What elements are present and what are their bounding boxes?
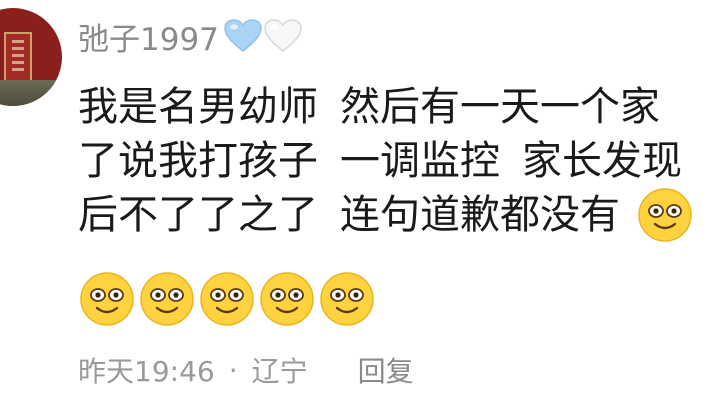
comment-meta: 昨天19:46 · 辽宁 回复	[78, 350, 414, 390]
comment-item: 弛子1997 我是名男幼师 然后有一天一个家 了说我打孩子 一调监控 家长发现	[0, 0, 720, 405]
avatar[interactable]	[0, 8, 62, 106]
smile-emoji-icon	[80, 272, 134, 326]
location: 辽宁	[251, 355, 308, 388]
smile-emoji-icon	[320, 272, 374, 326]
smile-emoji-icon	[140, 272, 194, 326]
reply-button[interactable]: 回复	[358, 350, 414, 390]
emoji-row	[78, 270, 376, 328]
comment-text: 我是名男幼师 然后有一天一个家 了说我打孩子 一调监控 家长发现 后不了了之了 …	[78, 80, 720, 242]
timestamp: 昨天19:46	[78, 355, 215, 388]
meta-separator: ·	[228, 353, 238, 387]
white-heart-icon	[264, 19, 302, 52]
comment-line-1: 我是名男幼师 然后有一天一个家	[78, 84, 660, 130]
smile-emoji-icon	[638, 188, 692, 242]
comment-line-2: 了说我打孩子 一调监控 家长发现	[78, 138, 682, 184]
badge-group	[223, 18, 303, 54]
smile-emoji-icon	[200, 272, 254, 326]
smile-emoji-icon	[260, 272, 314, 326]
comment-line-3: 后不了了之了 连句道歉都没有	[78, 188, 720, 242]
comment-header: 弛子1997	[78, 14, 303, 58]
username[interactable]: 弛子1997	[78, 14, 219, 59]
blue-heart-icon	[224, 19, 262, 52]
